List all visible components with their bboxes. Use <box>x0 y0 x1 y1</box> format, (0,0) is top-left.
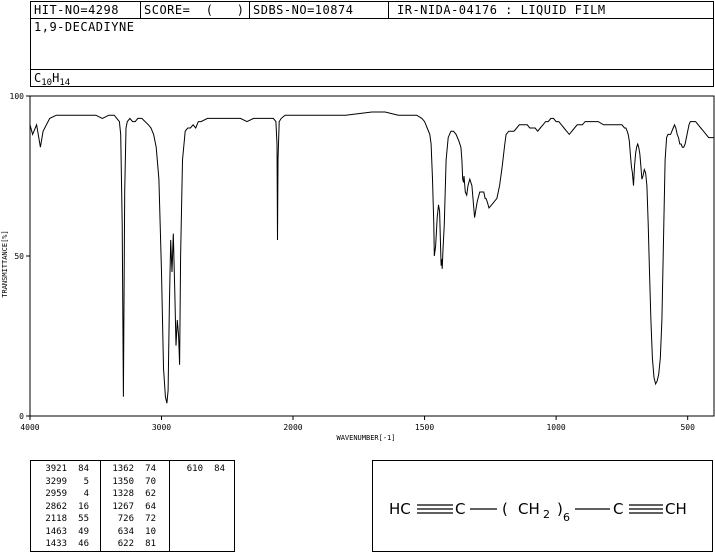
x-tick-label: 4000 <box>20 423 39 432</box>
peak-row: 2118 55 <box>39 513 94 526</box>
peak-wavenumber: 3299 <box>45 476 67 487</box>
peak-wavenumber: 3921 <box>45 464 67 474</box>
structure-carbon-right: C <box>613 500 623 518</box>
peak-row: 1328 62 <box>106 488 161 501</box>
x-tick-label: 1000 <box>546 423 565 432</box>
peak-row: 3299 5 <box>39 476 94 489</box>
peak-wavenumber: 610 <box>186 464 203 474</box>
formula-divider <box>31 69 713 70</box>
header-info-row: HIT-NO=4298 SCORE= ( ) SDBS-NO=10874 IR-… <box>31 2 713 19</box>
y-axis-label: TRANSMITTANCE[%] <box>1 230 9 297</box>
x-axis-label: WAVENUMBER[-1] <box>336 434 395 442</box>
peak-transmittance: 84 <box>214 464 225 474</box>
header-divider <box>249 2 250 18</box>
peak-wavenumber: 2959 <box>45 489 67 499</box>
ir-method: IR-NIDA-04176 : LIQUID FILM <box>397 3 606 17</box>
peak-wavenumber: 2118 <box>45 514 67 524</box>
peak-wavenumber: 634 <box>117 526 134 537</box>
peak-table: 3921 84 3299 5 2959 4 2862 16 2118 55 1463 49 1433 46… <box>30 460 235 552</box>
peak-transmittance: 5 <box>83 476 89 487</box>
peak-row: 1362 74 <box>106 463 161 476</box>
peak-row: 2959 4 <box>39 488 94 501</box>
peak-wavenumber: 1463 <box>45 526 67 537</box>
x-tick-label: 500 <box>680 423 695 432</box>
peak-wavenumber: 622 <box>117 539 134 549</box>
structure-sub-2: 2 <box>543 508 550 521</box>
table-divider <box>169 461 170 551</box>
peak-transmittance: 64 <box>145 501 156 512</box>
formula-carbon-count: 10 <box>41 78 53 88</box>
peak-row: 726 72 <box>106 513 161 526</box>
peak-wavenumber: 1328 <box>112 489 134 499</box>
peak-row: 1350 70 <box>106 476 161 489</box>
peak-transmittance: 72 <box>145 514 156 524</box>
peak-transmittance: 81 <box>145 539 156 549</box>
y-tick-label: 0 <box>19 412 24 421</box>
formula-hydrogen-count: 14 <box>59 78 71 88</box>
score-field: SCORE= ( ) <box>144 3 245 17</box>
header-divider <box>140 2 141 18</box>
peak-transmittance: 16 <box>78 501 89 512</box>
peak-row: 3921 84 <box>39 463 94 476</box>
peak-transmittance: 10 <box>145 526 156 537</box>
peak-transmittance: 74 <box>145 464 156 474</box>
hit-number: HIT-NO=4298 <box>34 3 119 17</box>
peak-wavenumber: 726 <box>117 514 134 524</box>
x-tick-label: 3000 <box>152 423 171 432</box>
structure-sub-6: 6 <box>563 511 570 524</box>
peak-transmittance: 70 <box>145 476 156 487</box>
header-panel: HIT-NO=4298 SCORE= ( ) SDBS-NO=10874 IR-… <box>30 1 714 88</box>
peak-wavenumber: 1350 <box>112 476 134 487</box>
peak-transmittance: 84 <box>78 464 89 474</box>
peak-wavenumber: 2862 <box>45 501 67 512</box>
peak-transmittance: 46 <box>78 539 89 549</box>
axis-ticks: 4000 3000 2000 1500 1000 500 0 50 100 <box>10 92 696 432</box>
peak-row: 1463 49 <box>39 526 94 539</box>
x-tick-label: 2000 <box>283 423 302 432</box>
table-divider <box>100 461 101 551</box>
y-tick-label: 50 <box>14 252 24 261</box>
structure-hc: HC <box>389 500 411 518</box>
peak-column-1: 3921 84 3299 5 2959 4 2862 16 2118 55 1463 49 1433 46 <box>39 463 94 551</box>
y-tick-label: 100 <box>10 92 25 101</box>
plot-frame <box>29 95 715 417</box>
peak-row: 1433 46 <box>39 538 94 551</box>
ir-spectrum-chart: 4000 3000 2000 1500 1000 500 0 50 100 WAVENUMBER… <box>1 92 715 442</box>
structure-carbon-left: C <box>455 500 465 518</box>
spectrum-series-line <box>29 111 714 404</box>
peak-column-3: 610 84 <box>175 463 230 476</box>
peak-wavenumber: 1267 <box>112 501 134 512</box>
structure-paren-close: ) <box>557 500 563 518</box>
peak-row: 634 10 <box>106 526 161 539</box>
x-tick-label: 1500 <box>415 423 434 432</box>
peak-wavenumber: 1362 <box>112 464 134 474</box>
peak-transmittance: 49 <box>78 526 89 537</box>
sdbs-number: SDBS-NO=10874 <box>253 3 354 17</box>
structure-paren-open: ( <box>502 500 508 518</box>
header-divider <box>388 2 389 18</box>
peak-row: 610 84 <box>175 463 230 476</box>
peak-column-2: 1362 74 1350 70 1328 62 1267 64 726 72 634 10 622 81 <box>106 463 161 551</box>
structure-ch: CH <box>518 500 540 518</box>
peak-row: 622 81 <box>106 538 161 551</box>
peak-wavenumber: 1433 <box>45 539 67 549</box>
structure-panel: HC C ( CH 2 ) 6 C CH <box>372 460 713 552</box>
compound-name: 1,9-DECADIYNE <box>34 20 135 34</box>
peak-row: 1267 64 <box>106 501 161 514</box>
peak-transmittance: 55 <box>78 514 89 524</box>
peak-transmittance: 4 <box>83 489 89 499</box>
structure-ch-right: CH <box>665 500 687 518</box>
structure-diagram: HC C ( CH 2 ) 6 C CH <box>389 500 687 524</box>
peak-transmittance: 62 <box>145 489 156 499</box>
peak-row: 2862 16 <box>39 501 94 514</box>
